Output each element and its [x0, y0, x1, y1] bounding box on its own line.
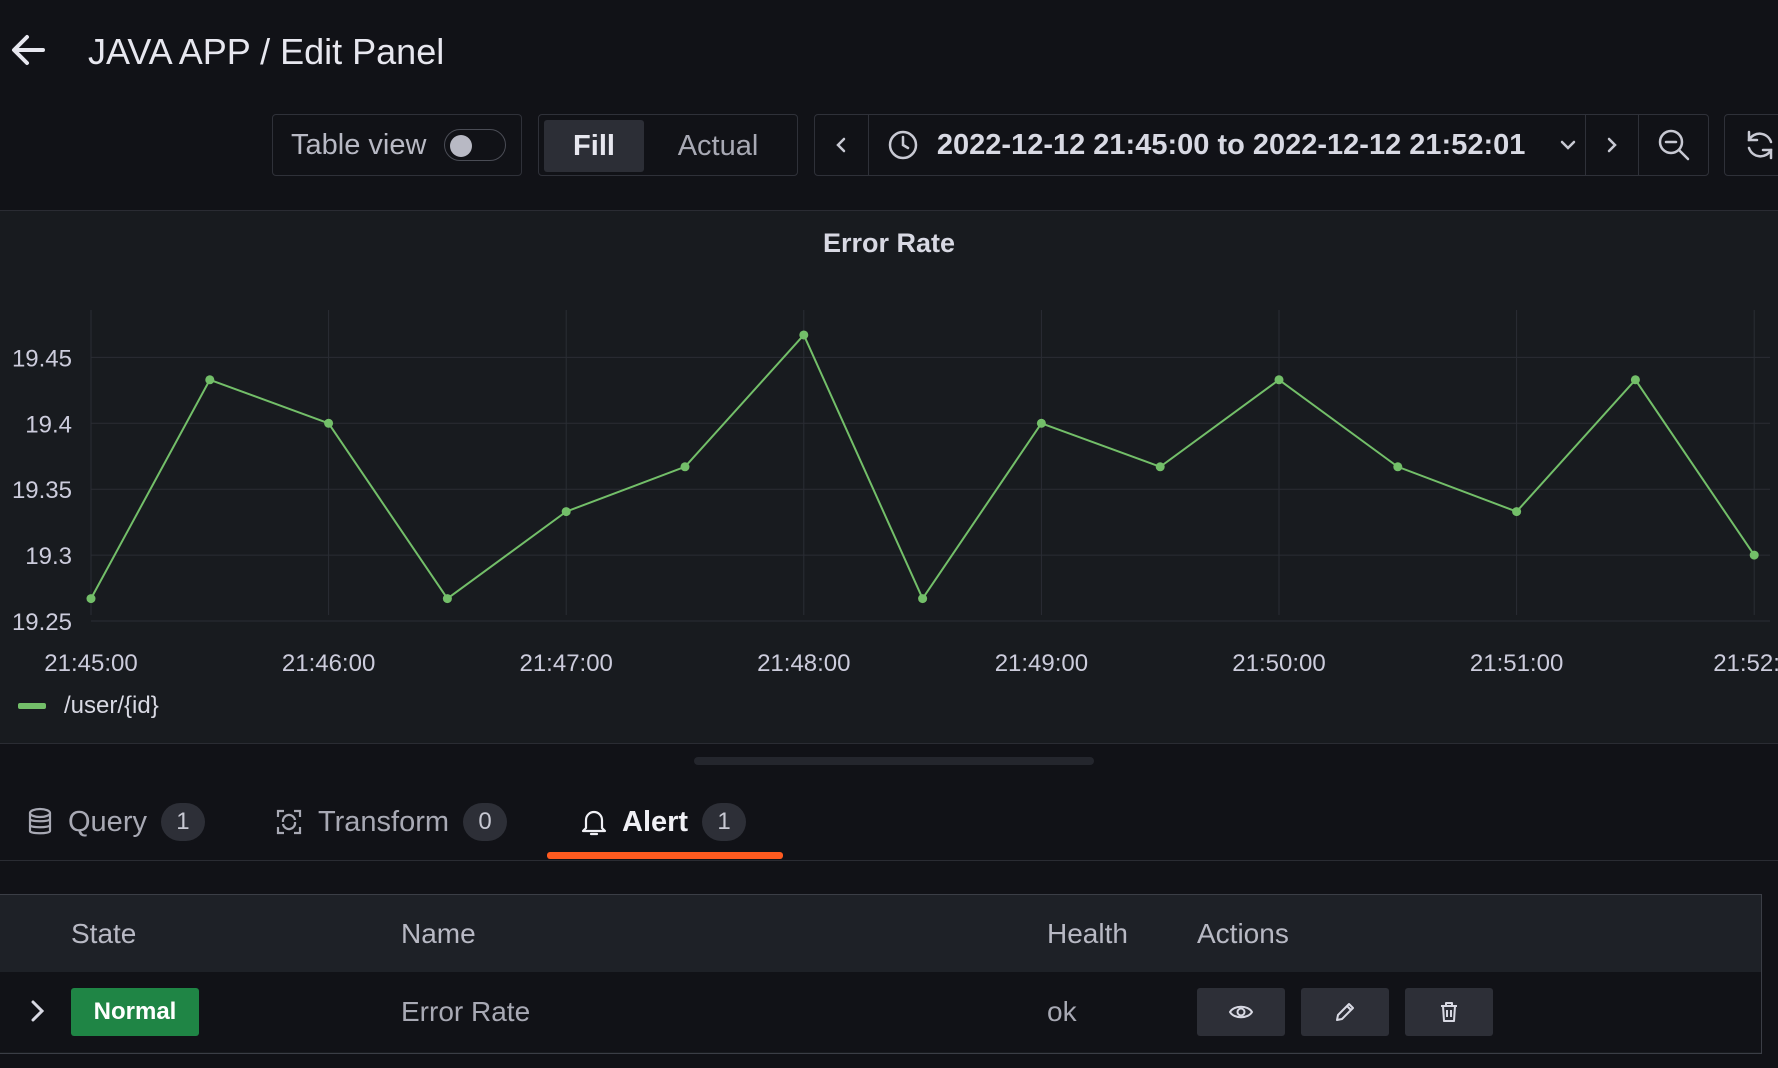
- database-icon: [28, 807, 52, 835]
- table-view-label: Table view: [291, 128, 427, 161]
- active-tab-indicator: [547, 852, 783, 859]
- chevron-right-icon: [31, 1000, 45, 1022]
- arrow-left-icon: [12, 35, 45, 65]
- trash-icon: [1441, 1002, 1457, 1022]
- y-tick-label: 19.3: [25, 543, 72, 570]
- page-title: JAVA APP / Edit Panel: [88, 31, 445, 72]
- data-point: [1512, 507, 1522, 517]
- data-point: [918, 594, 928, 604]
- tab-alert-count: 1: [702, 803, 747, 841]
- y-tick-label: 19.25: [12, 609, 72, 636]
- refresh-icon: [1747, 130, 1773, 160]
- delete-button[interactable]: [1405, 988, 1493, 1036]
- legend-label: /user/{id}: [64, 692, 159, 719]
- fill-actual-switch: Fill Actual: [538, 114, 798, 176]
- error-rate-chart: 19.45 19.4 19.35 19.3 19.25 21:45:00 21:46:00…: [12, 310, 1778, 677]
- alert-health: ok: [1047, 996, 1077, 1027]
- alert-name: Error Rate: [401, 996, 531, 1027]
- panel-title: Error Rate: [822, 228, 956, 258]
- tab-query[interactable]: Query 1: [26, 784, 205, 860]
- data-point: [1749, 550, 1759, 560]
- refresh-button[interactable]: [1724, 114, 1778, 176]
- data-point: [1036, 418, 1046, 428]
- actual-option[interactable]: Actual: [644, 120, 792, 172]
- panel-splitter[interactable]: [694, 757, 1094, 765]
- zoom-out-button[interactable]: [1639, 115, 1708, 175]
- data-point: [1274, 375, 1284, 385]
- x-tick-label: 21:50:00: [1232, 650, 1325, 677]
- data-point: [1155, 462, 1165, 472]
- expand-row-button[interactable]: [22, 996, 52, 1026]
- editor-tabs: Query 1 Transform 0 Alert 1: [0, 784, 1778, 861]
- x-tick-label: 21:45:00: [44, 650, 137, 677]
- chevron-down-icon: [1561, 140, 1576, 150]
- view-button[interactable]: [1197, 988, 1285, 1036]
- eye-icon: [1228, 1005, 1254, 1019]
- clock-icon: [888, 130, 918, 160]
- x-tick-label: 21:51:00: [1470, 650, 1563, 677]
- pencil-icon: [1336, 1003, 1354, 1021]
- tab-transform[interactable]: Transform 0: [274, 784, 508, 860]
- table-view-toggle[interactable]: Table view: [272, 114, 522, 176]
- chevron-left-icon: [836, 137, 846, 153]
- time-forward-button[interactable]: [1586, 115, 1640, 175]
- column-header-actions: Actions: [1197, 918, 1289, 949]
- time-back-button[interactable]: [815, 115, 869, 175]
- edit-button[interactable]: [1301, 988, 1389, 1036]
- tab-query-count: 1: [160, 803, 205, 841]
- legend-swatch: [18, 703, 46, 709]
- data-point: [205, 375, 215, 385]
- time-range-button[interactable]: 2022-12-12 21:45:00 to 2022-12-12 21:52:…: [869, 115, 1586, 175]
- legend[interactable]: /user/{id}: [18, 692, 159, 720]
- y-tick-label: 19.35: [12, 477, 72, 504]
- data-point: [561, 507, 571, 517]
- column-header-health: Health: [1047, 918, 1128, 949]
- table-row[interactable]: [0, 972, 1761, 1052]
- fill-option[interactable]: Fill: [544, 120, 644, 172]
- tab-alert[interactable]: Alert 1: [580, 784, 747, 860]
- table-view-switch[interactable]: [444, 129, 507, 161]
- series-line: [90, 333, 1756, 601]
- time-range-text: 2022-12-12 21:45:00 to 2022-12-12 21:52:…: [936, 128, 1526, 161]
- tab-query-label: Query: [68, 805, 147, 838]
- y-tick-label: 19.4: [25, 411, 72, 438]
- data-point: [324, 418, 334, 428]
- data-point: [1393, 462, 1403, 472]
- tab-transform-label: Transform: [318, 805, 450, 838]
- column-header-name: Name: [401, 918, 476, 949]
- data-point: [680, 462, 690, 472]
- data-point: [442, 594, 452, 604]
- data-point: [1630, 375, 1640, 385]
- tab-transform-count: 0: [463, 803, 508, 841]
- status-badge: Normal: [71, 988, 199, 1036]
- column-header-state: State: [71, 918, 137, 949]
- time-range-picker: 2022-12-12 21:45:00 to 2022-12-12 21:52:…: [814, 114, 1709, 176]
- x-tick-label: 21:48:00: [757, 650, 850, 677]
- x-tick-label: 21:49:00: [995, 650, 1088, 677]
- x-tick-label: 21:46:00: [282, 650, 375, 677]
- zoom-out-icon: [1658, 129, 1689, 161]
- transform-icon: [276, 809, 302, 835]
- chevron-right-icon: [1607, 137, 1617, 153]
- table-header: [0, 895, 1761, 972]
- x-tick-label: 21:47:00: [519, 650, 612, 677]
- y-tick-label: 19.45: [12, 345, 72, 372]
- back-button[interactable]: [8, 30, 48, 70]
- data-point: [86, 594, 96, 604]
- tab-alert-label: Alert: [622, 805, 689, 838]
- x-tick-label: 21:52:: [1713, 650, 1778, 677]
- data-point: [799, 330, 809, 340]
- bell-icon: [581, 810, 607, 836]
